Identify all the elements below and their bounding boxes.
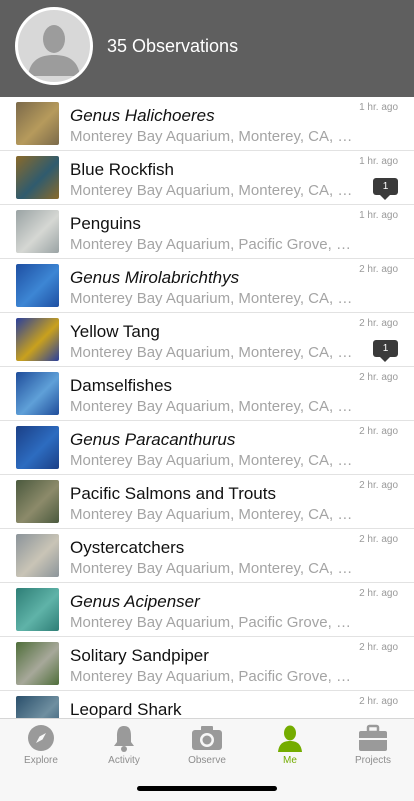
observation-thumbnail — [16, 696, 59, 718]
observation-time: 2 hr. ago — [359, 696, 398, 707]
observation-thumbnail — [16, 102, 59, 145]
observation-thumbnail — [16, 372, 59, 415]
observation-place: Monterey Bay Aquarium, Monterey, CA, US — [70, 560, 356, 577]
home-indicator — [137, 786, 277, 791]
observation-place: Monterey Bay Aquarium, Monterey, CA, US — [70, 182, 356, 199]
observation-thumbnail — [16, 156, 59, 199]
tab-projects[interactable]: Projects — [332, 723, 414, 771]
observation-row[interactable]: Genus Acipenser Monterey Bay Aquarium, Pa… — [0, 583, 414, 637]
observation-name: Yellow Tang — [70, 322, 160, 341]
camera-icon — [192, 726, 222, 750]
compass-icon — [28, 725, 54, 751]
observation-place: Monterey Bay Aquarium, Monterey, CA, US — [70, 398, 356, 415]
observation-row[interactable]: Genus Halichoeres Monterey Bay Aquarium, … — [0, 97, 414, 151]
observation-thumbnail — [16, 210, 59, 253]
observation-time: 2 hr. ago — [359, 318, 398, 329]
profile-header: 35 Observations — [0, 0, 414, 97]
tab-label: Observe — [188, 755, 226, 766]
observation-time: 1 hr. ago — [359, 156, 398, 167]
tab-explore[interactable]: Explore — [0, 723, 82, 771]
briefcase-icon — [359, 724, 387, 751]
observation-row[interactable]: Genus Paracanthurus Monterey Bay Aquarium… — [0, 421, 414, 475]
observation-name: Penguins — [70, 214, 141, 233]
observation-time: 2 hr. ago — [359, 588, 398, 599]
observation-place: Monterey Bay Aquarium, Monterey, CA, US — [70, 344, 356, 361]
observation-time: 2 hr. ago — [359, 480, 398, 491]
observation-place: Monterey Bay Aquarium, Monterey, CA, US — [70, 452, 356, 469]
observation-thumbnail — [16, 318, 59, 361]
observation-count: 35 Observations — [107, 36, 239, 56]
observation-row[interactable]: Pacific Salmons and Trouts Monterey Bay A… — [0, 475, 414, 529]
observation-place: Monterey Bay Aquarium, Monterey, CA, US — [70, 128, 356, 145]
observation-place: Monterey Bay Aquarium, Pacific Grove, C.… — [70, 614, 356, 631]
observation-row[interactable]: Solitary Sandpiper Monterey Bay Aquarium,… — [0, 637, 414, 691]
observation-name: Genus Paracanthurus — [70, 430, 236, 449]
observation-time: 2 hr. ago — [359, 534, 398, 545]
observation-thumbnail — [16, 480, 59, 523]
observation-place: Monterey Bay Aquarium, Monterey, CA, US — [70, 506, 356, 523]
tab-label: Explore — [24, 755, 58, 766]
observation-place: Monterey Bay Aquarium, Pacific Grove, C.… — [70, 668, 356, 685]
tab-label: Projects — [354, 755, 392, 766]
observation-row[interactable]: Damselfishes Monterey Bay Aquarium, Monte… — [0, 367, 414, 421]
observation-name: Solitary Sandpiper — [70, 646, 209, 665]
tab-me[interactable]: Me — [249, 723, 331, 771]
avatar[interactable] — [15, 7, 93, 85]
bell-icon — [114, 726, 134, 752]
observation-name: Genus Acipenser — [70, 592, 200, 611]
observation-name: Oystercatchers — [70, 538, 185, 557]
observation-name: Damselfishes — [70, 376, 173, 395]
observation-row[interactable]: Leopard SharkMonterey Bay Aquarium, Mont… — [0, 691, 414, 718]
observation-name: Leopard Shark — [70, 700, 182, 718]
observation-thumbnail — [16, 642, 59, 685]
observation-thumbnail — [16, 588, 59, 631]
observation-name: Genus Mirolabrichthys — [70, 268, 240, 287]
observation-thumbnail — [16, 534, 59, 577]
person-silhouette-icon — [28, 25, 80, 76]
observation-place: Monterey Bay Aquarium, Monterey, CA, US — [70, 290, 356, 307]
comment-count-badge: 1 — [373, 340, 398, 362]
observation-thumbnail — [16, 264, 59, 307]
observation-name: Blue Rockfish — [70, 160, 174, 179]
observation-time: 1 hr. ago — [359, 210, 398, 221]
observation-name: Genus Halichoeres — [70, 106, 215, 125]
observation-row[interactable]: Genus Mirolabrichthys Monterey Bay Aquari… — [0, 259, 414, 313]
tab-activity[interactable]: Activity — [83, 723, 165, 771]
observation-list[interactable]: Genus Halichoeres Monterey Bay Aquarium, … — [0, 97, 414, 718]
person-icon — [278, 725, 302, 752]
tab-label: Activity — [108, 755, 140, 766]
observation-row[interactable]: Penguins Monterey Bay Aquarium, Pacific G… — [0, 205, 414, 259]
observation-row[interactable]: Oystercatchers Monterey Bay Aquarium, Mon… — [0, 529, 414, 583]
observation-name: Pacific Salmons and Trouts — [70, 484, 276, 503]
comment-count-badge: 1 — [373, 178, 398, 200]
observation-row[interactable]: Yellow Tang Monterey Bay Aquarium, Monter… — [0, 313, 414, 367]
observation-place: Monterey Bay Aquarium, Pacific Grove, C.… — [70, 236, 356, 253]
observation-time: 2 hr. ago — [359, 426, 398, 437]
observation-time: 2 hr. ago — [359, 372, 398, 383]
observation-time: 2 hr. ago — [359, 642, 398, 653]
observation-time: 1 hr. ago — [359, 102, 398, 113]
observation-thumbnail — [16, 426, 59, 469]
observation-time: 2 hr. ago — [359, 264, 398, 275]
tab-observe[interactable]: Observe — [166, 723, 248, 771]
observation-row[interactable]: Blue Rockfish Monterey Bay Aquarium, Mont… — [0, 151, 414, 205]
tab-label: Me — [283, 755, 297, 766]
